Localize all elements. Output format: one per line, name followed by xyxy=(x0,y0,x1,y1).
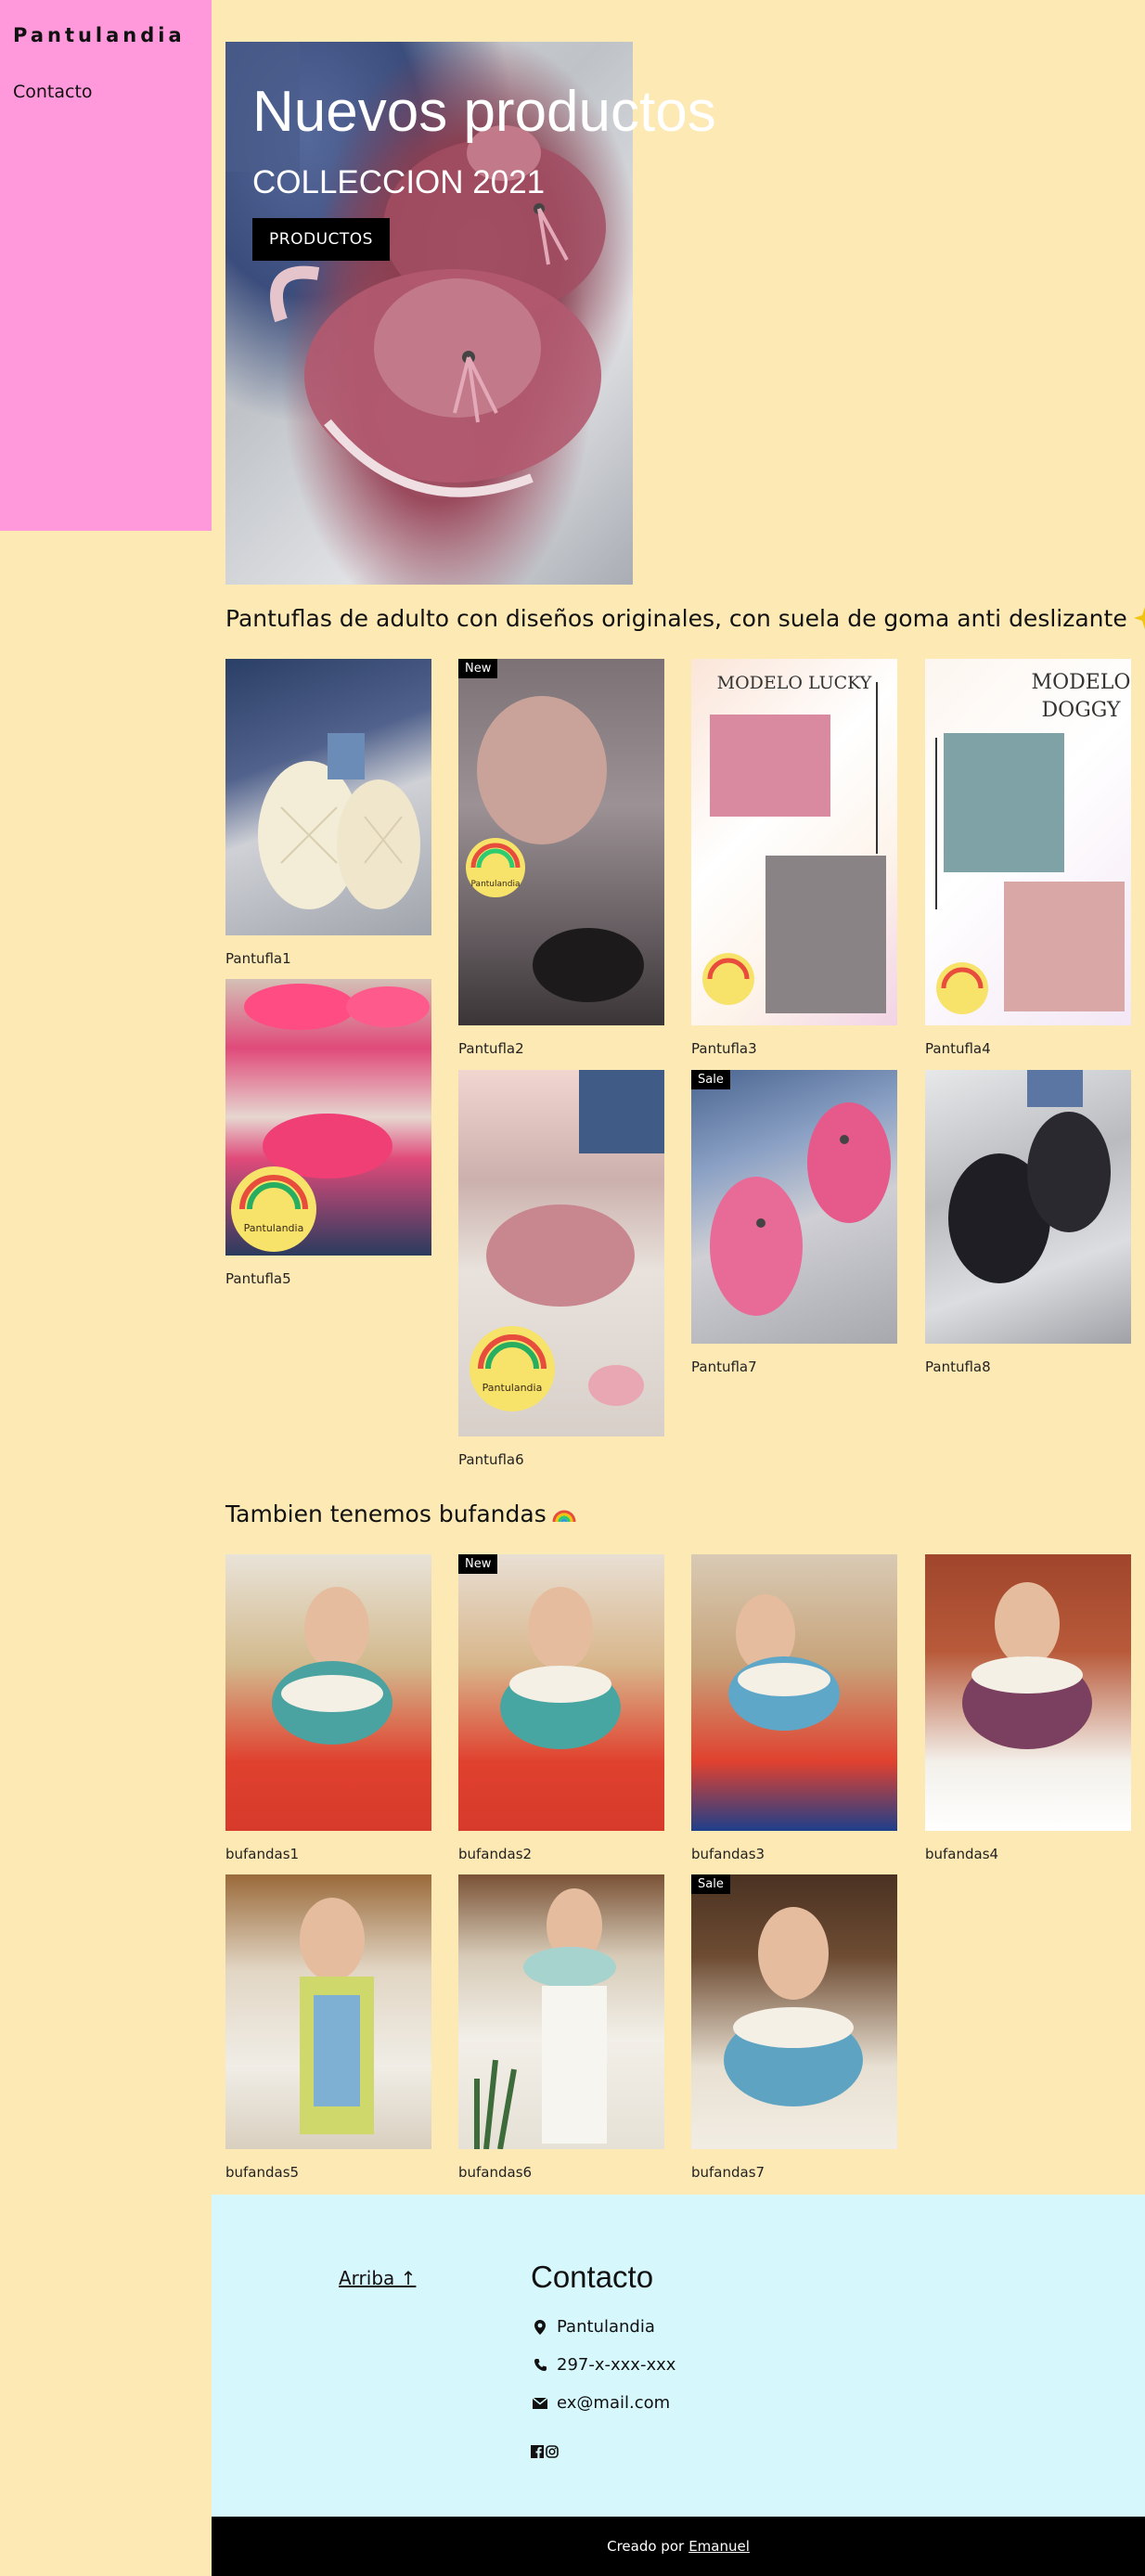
product-card[interactable]: Sale bufandas7 xyxy=(691,1874,897,2181)
bufandas-title-text: Tambien tenemos bufandas xyxy=(225,1501,547,1527)
logo-text: Pantulandia xyxy=(244,1222,304,1234)
product-card[interactable]: bufandas5 xyxy=(225,1874,431,2181)
sidebar: Pantulandia Contacto xyxy=(0,0,212,531)
sale-badge: Sale xyxy=(691,1070,730,1089)
new-badge: New xyxy=(458,659,498,678)
productos-button[interactable]: PRODUCTOS xyxy=(252,218,390,261)
logo-text: Pantulandia xyxy=(482,1382,543,1394)
logo-text: Pantulandia xyxy=(471,880,521,889)
product-card[interactable]: MODELO LUCKY Pantufla3 xyxy=(691,659,897,1057)
product-caption[interactable]: bufandas2 xyxy=(458,1846,664,1862)
sale-badge: Sale xyxy=(691,1874,730,1894)
product-image[interactable]: Pantulandia xyxy=(225,979,431,1256)
brand-logo[interactable]: Pantulandia xyxy=(13,24,186,46)
social-links xyxy=(531,2444,559,2462)
credits-bar: Creado por Emanuel xyxy=(212,2517,1145,2576)
product-card[interactable]: New bufandas2 xyxy=(458,1554,664,1862)
hero-banner: Nuevos productos COLLECCION 2021 PRODUCT… xyxy=(225,42,716,585)
bufandas-section-title: Tambien tenemos bufandas xyxy=(225,1501,576,1527)
product-image[interactable]: Sale xyxy=(691,1070,897,1344)
product-card[interactable]: bufandas1 xyxy=(225,1554,431,1862)
product-card[interactable]: Pantufla8 xyxy=(925,1070,1131,1375)
product-caption[interactable]: bufandas6 xyxy=(458,2164,664,2181)
phone-text: 297-x-xxx-xxx xyxy=(557,2355,676,2375)
credit-prefix: Creado por xyxy=(607,2538,685,2555)
product-caption[interactable]: bufandas1 xyxy=(225,1846,431,1862)
image-text-doggy-1: MODELO xyxy=(1032,671,1131,694)
contact-phone: 297-x-xxx-xxx xyxy=(531,2355,675,2375)
product-image[interactable] xyxy=(691,1554,897,1831)
product-image[interactable]: MODELO DOGGY xyxy=(925,659,1131,1025)
address-text: Pantulandia xyxy=(557,2317,655,2337)
instagram-icon[interactable] xyxy=(546,2444,559,2462)
product-caption[interactable]: bufandas7 xyxy=(691,2164,897,2181)
product-caption[interactable]: Pantufla8 xyxy=(925,1359,1131,1375)
product-caption[interactable]: bufandas5 xyxy=(225,2164,431,2181)
hero-subtitle: COLLECCION 2021 xyxy=(252,164,546,200)
product-image[interactable] xyxy=(225,1554,431,1831)
image-text-doggy-2: DOGGY xyxy=(1042,699,1121,722)
product-image[interactable]: Pantulandia New xyxy=(458,659,664,1025)
product-caption[interactable]: Pantufla6 xyxy=(458,1451,664,1468)
product-card[interactable]: MODELO DOGGY Pantufla4 xyxy=(925,659,1131,1057)
product-image[interactable]: MODELO LUCKY xyxy=(691,659,897,1025)
rainbow-emoji-icon xyxy=(552,1501,576,1526)
contact-email: ex@mail.com xyxy=(531,2393,670,2413)
hero-title: Nuevos productos xyxy=(252,80,716,144)
product-image[interactable]: Sale xyxy=(691,1874,897,2149)
product-caption[interactable]: bufandas3 xyxy=(691,1846,897,1862)
product-image[interactable] xyxy=(225,1874,431,2149)
product-image[interactable]: New xyxy=(458,1554,664,1831)
product-caption[interactable]: Pantufla4 xyxy=(925,1040,1131,1057)
product-caption[interactable]: Pantufla1 xyxy=(225,950,431,967)
author-link[interactable]: Emanuel xyxy=(688,2538,750,2555)
product-card[interactable]: Sale Pantufla7 xyxy=(691,1070,897,1375)
footer: Arriba ↑ Contacto Pantulandia 297-x-xxx-… xyxy=(212,2195,1145,2517)
sparkle-emoji-icon xyxy=(1133,606,1145,630)
product-card[interactable]: bufandas3 xyxy=(691,1554,897,1862)
product-image[interactable] xyxy=(458,1874,664,2149)
product-card[interactable]: Pantulandia Pantufla6 xyxy=(458,1070,664,1468)
product-card[interactable]: Pantulandia Pantufla5 xyxy=(225,979,431,1287)
product-image[interactable]: Pantulandia xyxy=(458,1070,664,1436)
contact-title: Contacto xyxy=(531,2260,654,2294)
phone-icon xyxy=(531,2358,549,2372)
pantuflas-title-text: Pantuflas de adulto con diseños original… xyxy=(225,605,1127,632)
email-text: ex@mail.com xyxy=(557,2393,671,2413)
pantuflas-section-title: Pantuflas de adulto con diseños original… xyxy=(225,605,1145,632)
product-caption[interactable]: Pantufla3 xyxy=(691,1040,897,1057)
image-text-lucky: MODELO LUCKY xyxy=(717,673,872,693)
product-card[interactable]: bufandas6 xyxy=(458,1874,664,2181)
product-caption[interactable]: Pantufla5 xyxy=(225,1270,431,1287)
product-card[interactable]: bufandas4 xyxy=(925,1554,1131,1862)
new-badge: New xyxy=(458,1554,498,1574)
product-caption[interactable]: Pantufla2 xyxy=(458,1040,664,1057)
product-image[interactable] xyxy=(225,659,431,935)
facebook-icon[interactable] xyxy=(531,2444,544,2462)
product-caption[interactable]: bufandas4 xyxy=(925,1846,1131,1862)
product-card[interactable]: Pantufla1 xyxy=(225,659,431,967)
sidebar-item-contacto[interactable]: Contacto xyxy=(13,82,93,102)
back-to-top-link[interactable]: Arriba ↑ xyxy=(339,2267,416,2289)
product-card[interactable]: Pantulandia New Pantufla2 xyxy=(458,659,664,1057)
product-caption[interactable]: Pantufla7 xyxy=(691,1359,897,1375)
contact-address: Pantulandia xyxy=(531,2317,655,2337)
envelope-icon xyxy=(531,2397,549,2409)
product-image[interactable] xyxy=(925,1070,1131,1344)
product-image[interactable] xyxy=(925,1554,1131,1831)
map-marker-icon xyxy=(531,2319,549,2335)
